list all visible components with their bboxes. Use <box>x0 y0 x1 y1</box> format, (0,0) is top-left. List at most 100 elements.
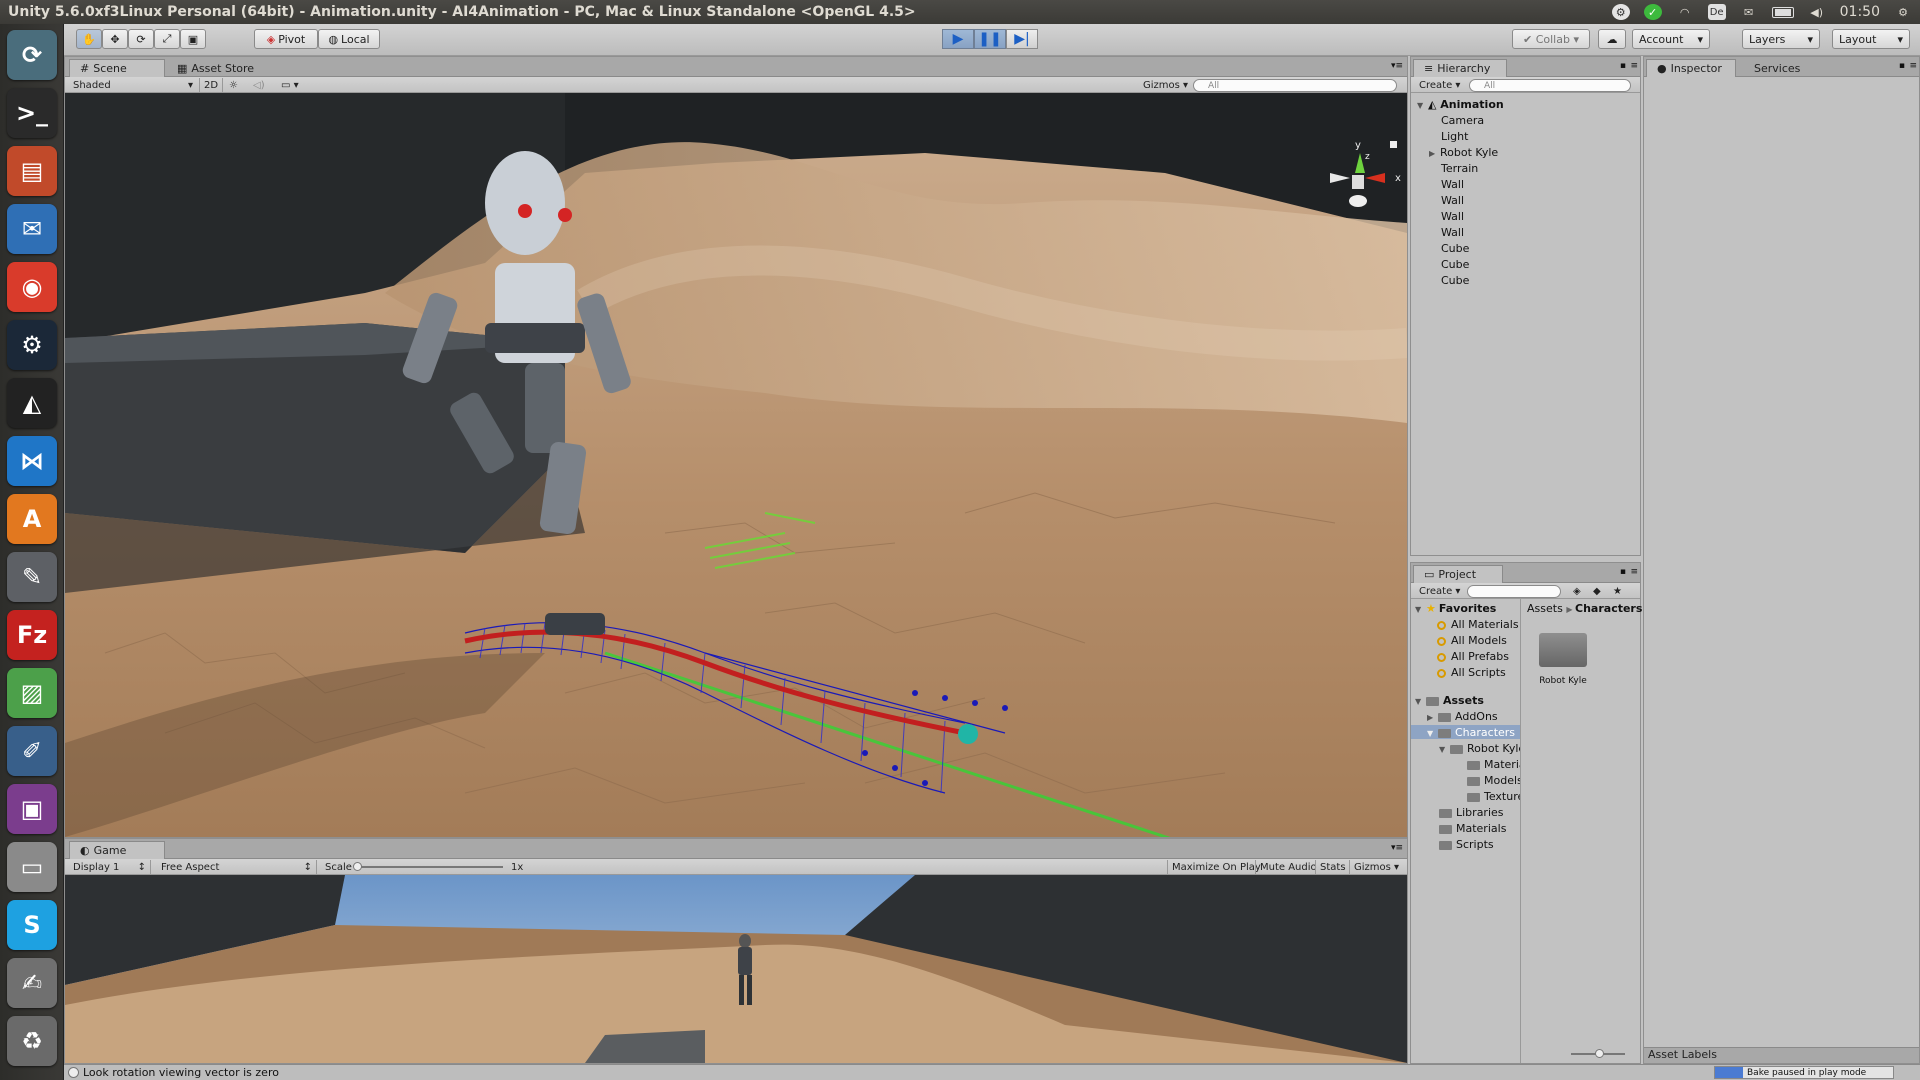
favorite-item[interactable]: All Prefabs <box>1437 650 1509 663</box>
system-settings-icon[interactable]: ⟳ <box>7 30 57 80</box>
expand-arrow-icon[interactable]: ▼ <box>1415 605 1426 614</box>
tab-game[interactable]: ◐ Game <box>69 841 165 859</box>
folder-characters[interactable]: ▼ Characters <box>1427 726 1515 739</box>
favorites-header[interactable]: ▼ ★ Favorites <box>1415 602 1496 615</box>
filezilla-icon[interactable]: Fz <box>7 610 57 660</box>
panel-menu-icon[interactable]: ≡ <box>1630 567 1638 577</box>
folder-libraries[interactable]: Libraries <box>1439 806 1504 819</box>
filter-label-button[interactable]: ◆ <box>1589 584 1607 598</box>
mute-audio-toggle[interactable]: Mute Audio <box>1255 860 1321 874</box>
step-button[interactable]: ▶| <box>1006 29 1038 49</box>
hierarchy-item[interactable]: Cube <box>1441 242 1469 255</box>
layers-dropdown[interactable]: Layers ▾ <box>1742 29 1820 49</box>
steam-icon[interactable]: ⚙ <box>7 320 57 370</box>
asset-labels-bar[interactable]: Asset Labels <box>1644 1047 1919 1063</box>
lock-icon[interactable]: ▪ <box>1899 61 1905 71</box>
assets-root[interactable]: ▼ Assets <box>1415 694 1484 707</box>
skype-icon[interactable]: S <box>7 900 57 950</box>
tab-hierarchy[interactable]: ≡ Hierarchy <box>1413 59 1507 77</box>
lock-icon[interactable]: ▪ <box>1620 567 1626 577</box>
rect-tool-button[interactable]: ▣ <box>180 29 206 49</box>
hierarchy-item[interactable]: Wall <box>1441 194 1464 207</box>
lighting-toggle[interactable]: ☼ <box>225 78 247 92</box>
terminal-icon[interactable]: >_ <box>7 88 57 138</box>
game-gizmos-dropdown[interactable]: Gizmos ▾ <box>1349 860 1403 874</box>
audio-toggle[interactable]: ◁) <box>249 78 271 92</box>
rotate-tool-button[interactable]: ⟳ <box>128 29 154 49</box>
hierarchy-item[interactable]: Wall <box>1441 210 1464 223</box>
game-viewport[interactable] <box>65 875 1407 1063</box>
tab-asset-store[interactable]: ▦ Asset Store <box>167 59 264 77</box>
software-center-icon[interactable]: A <box>7 494 57 544</box>
drive-icon[interactable]: ▭ <box>7 842 57 892</box>
panel-menu-icon[interactable]: ▾≡ <box>1391 61 1403 71</box>
layout-dropdown[interactable]: Layout ▾ <box>1832 29 1910 49</box>
pdf-shuffler-icon[interactable]: ▨ <box>7 668 57 718</box>
expand-arrow-icon[interactable]: ▼ <box>1415 697 1426 706</box>
steam-tray-icon[interactable]: ⚙ <box>1611 4 1630 20</box>
unity-icon[interactable]: ◭ <box>7 378 57 428</box>
scene-search-input[interactable]: All <box>1193 79 1397 92</box>
hierarchy-item[interactable]: Wall <box>1441 226 1464 239</box>
folder-models[interactable]: Models <box>1467 774 1520 787</box>
stats-toggle[interactable]: Stats <box>1315 860 1350 874</box>
favorite-button[interactable]: ★ <box>1609 584 1627 598</box>
wifi-icon[interactable]: ◠ <box>1676 4 1694 20</box>
display-dropdown[interactable]: Display 1 ↕ <box>69 860 151 874</box>
gear-icon[interactable]: ⚙ <box>1894 4 1912 20</box>
scale-slider[interactable] <box>353 862 503 871</box>
scene-lock-icon[interactable] <box>1390 141 1397 148</box>
cloud-button[interactable]: ☁ <box>1598 29 1626 49</box>
effects-dropdown[interactable]: ▭ ▾ <box>277 78 309 92</box>
panel-menu-icon[interactable]: ≡ <box>1909 61 1917 71</box>
hierarchy-item[interactable]: Camera <box>1441 114 1484 127</box>
expand-arrow-icon[interactable]: ▶ <box>1427 713 1438 722</box>
hierarchy-item[interactable]: Cube <box>1441 258 1469 271</box>
local-toggle[interactable]: ◍ Local <box>318 29 380 49</box>
lock-icon[interactable]: ▪ <box>1620 61 1626 71</box>
pivot-toggle[interactable]: ◈ Pivot <box>254 29 318 49</box>
folder-scripts[interactable]: Scripts <box>1439 838 1494 851</box>
tab-services[interactable]: Services <box>1744 59 1810 77</box>
settings-icon[interactable]: ✎ <box>7 552 57 602</box>
scene-viewport[interactable]: y x z <box>65 93 1407 837</box>
filter-type-button[interactable]: ◈ <box>1569 584 1587 598</box>
asset-robot-kyle[interactable]: Robot Kyle <box>1533 633 1593 686</box>
hierarchy-create-dropdown[interactable]: Create ▾ <box>1415 78 1460 92</box>
zoom-slider-thumb[interactable] <box>1595 1049 1604 1058</box>
hierarchy-item[interactable]: Wall <box>1441 178 1464 191</box>
favorite-item[interactable]: All Materials <box>1437 618 1519 631</box>
maximize-on-play-toggle[interactable]: Maximize On Play <box>1167 860 1265 874</box>
battery-icon[interactable] <box>1771 6 1794 18</box>
text-editor-icon[interactable]: ✐ <box>7 726 57 776</box>
shading-mode-dropdown[interactable]: Shaded ▾ <box>69 78 197 92</box>
favorite-item[interactable]: All Scripts <box>1437 666 1506 679</box>
move-tool-button[interactable]: ✥ <box>102 29 128 49</box>
zoom-slider[interactable] <box>1571 1049 1625 1058</box>
scale-tool-button[interactable]: ⤢ <box>154 29 180 49</box>
breadcrumb-characters[interactable]: Characters <box>1575 602 1642 615</box>
media-icon[interactable]: ▣ <box>7 784 57 834</box>
thunderbird-icon[interactable]: ✉ <box>7 204 57 254</box>
update-tray-icon[interactable]: ✓ <box>1643 4 1662 20</box>
folder-materials-sub[interactable]: Materials <box>1467 758 1520 771</box>
mail-icon[interactable]: ✉ <box>1740 4 1758 20</box>
vscode-icon[interactable]: ⋈ <box>7 436 57 486</box>
panel-menu-icon[interactable]: ≡ <box>1630 61 1638 71</box>
status-message[interactable]: Look rotation viewing vector is zero <box>83 1066 279 1079</box>
volume-icon[interactable]: ◀) <box>1808 4 1826 20</box>
tab-scene[interactable]: # Scene <box>69 59 165 77</box>
tab-project[interactable]: ▭ Project <box>1413 565 1503 583</box>
hierarchy-item[interactable]: Light <box>1441 130 1468 143</box>
hierarchy-item[interactable]: Terrain <box>1441 162 1478 175</box>
folder-robot-kyle[interactable]: ▼ Robot Kyle <box>1439 742 1520 755</box>
hierarchy-search-input[interactable]: All <box>1469 79 1631 92</box>
gizmos-dropdown[interactable]: Gizmos ▾ <box>1139 78 1188 92</box>
folder-addons[interactable]: ▶ AddOns <box>1427 710 1498 723</box>
files-icon[interactable]: ▤ <box>7 146 57 196</box>
hierarchy-item-robot-kyle[interactable]: ▶ Robot Kyle <box>1429 146 1498 159</box>
pause-button[interactable]: ❚❚ <box>974 29 1006 49</box>
hierarchy-scene-root[interactable]: ▼ ◭ Animation <box>1417 98 1633 111</box>
project-create-dropdown[interactable]: Create ▾ <box>1415 584 1460 598</box>
expand-arrow-icon[interactable]: ▼ <box>1427 729 1438 738</box>
